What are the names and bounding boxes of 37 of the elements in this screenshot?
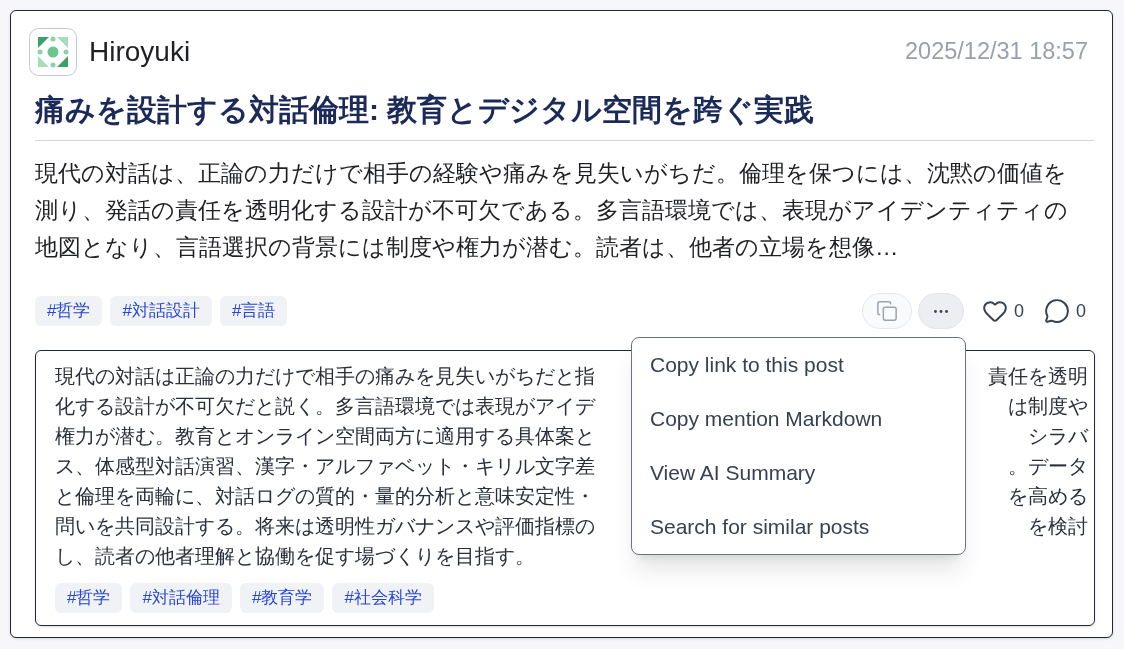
summary-text: 。データ bbox=[1008, 454, 1088, 479]
post-timestamp: 2025/12/31 18:57 bbox=[905, 37, 1088, 67]
menu-item[interactable]: View AI Summary bbox=[631, 446, 965, 500]
summary-text: 権力が潜む。教育とオンライン空間両方に適用する具体案と bbox=[55, 424, 595, 449]
hashtag-link[interactable]: #対話倫理 bbox=[130, 583, 232, 613]
hashtag-link[interactable]: #哲学 bbox=[55, 583, 123, 613]
menu-item[interactable]: Copy mention Markdown bbox=[631, 392, 965, 446]
comment-icon bbox=[1044, 298, 1070, 324]
heart-icon bbox=[981, 298, 1008, 324]
more-button[interactable] bbox=[917, 293, 964, 329]
summary-text: ス、体感型対話演習、漢字・アルファベット・キリル文字差 bbox=[55, 454, 595, 479]
copy-button[interactable] bbox=[861, 293, 912, 329]
summary-text: シラバ bbox=[1028, 424, 1088, 449]
copy-icon bbox=[875, 300, 898, 322]
summary-text: を高める bbox=[1008, 484, 1088, 509]
hashtag-link[interactable]: #社会科学 bbox=[332, 583, 434, 613]
hashtag-link[interactable]: #言語 bbox=[219, 296, 288, 326]
post-body: 現代の対話は、正論の力だけで相手の経験や痛みを見失いがちだ。倫理を保つには、沈黙の価値を 測り、発話の責任を透明化する設計が不可欠である。多言語環境では、表現がアイデンティティの 地図となり、言語選択の背景には制度や権力が潜む。読者は、他者の立場を想像… bbox=[35, 159, 1069, 262]
summary-text: 化する設計が不可欠だと説く。多言語環境では表現がアイデ bbox=[55, 394, 595, 419]
menu-item[interactable]: Copy link to this post bbox=[631, 338, 965, 392]
more-icon bbox=[933, 309, 948, 313]
hashtag-link[interactable]: #教育学 bbox=[239, 583, 325, 613]
like-button[interactable]: 0 bbox=[981, 297, 1024, 325]
hashtag-link[interactable]: #対話設計 bbox=[110, 296, 212, 326]
post-title: 痛みを設計する対話倫理: 教育とデジタル空間を跨ぐ実践 bbox=[35, 90, 1094, 141]
summary-text: 現代の対話は正論の力だけで相手の痛みを見失いがちだと指 bbox=[55, 364, 595, 389]
avatar-icon bbox=[29, 28, 77, 76]
summary-text: は制度や bbox=[1008, 394, 1088, 419]
summary-text: 責任を透明 bbox=[988, 364, 1088, 389]
author-name: Hiroyuki bbox=[89, 35, 191, 69]
summary-text: し、読者の他者理解と協働を促す場づくりを目指す。 bbox=[55, 544, 535, 569]
hashtag-link[interactable]: #哲学 bbox=[35, 296, 103, 326]
summary-text: 問いを共同設計する。将来は透明性ガバナンスや評価指標の bbox=[55, 514, 595, 539]
summary-text: と倫理を両輪に、対話ログの質的・量的分析と意味安定性・ bbox=[55, 484, 595, 509]
summary-text: を検討 bbox=[1028, 514, 1088, 539]
comment-button[interactable]: 0 bbox=[1044, 297, 1086, 325]
menu-item[interactable]: Search for similar posts bbox=[631, 500, 965, 554]
